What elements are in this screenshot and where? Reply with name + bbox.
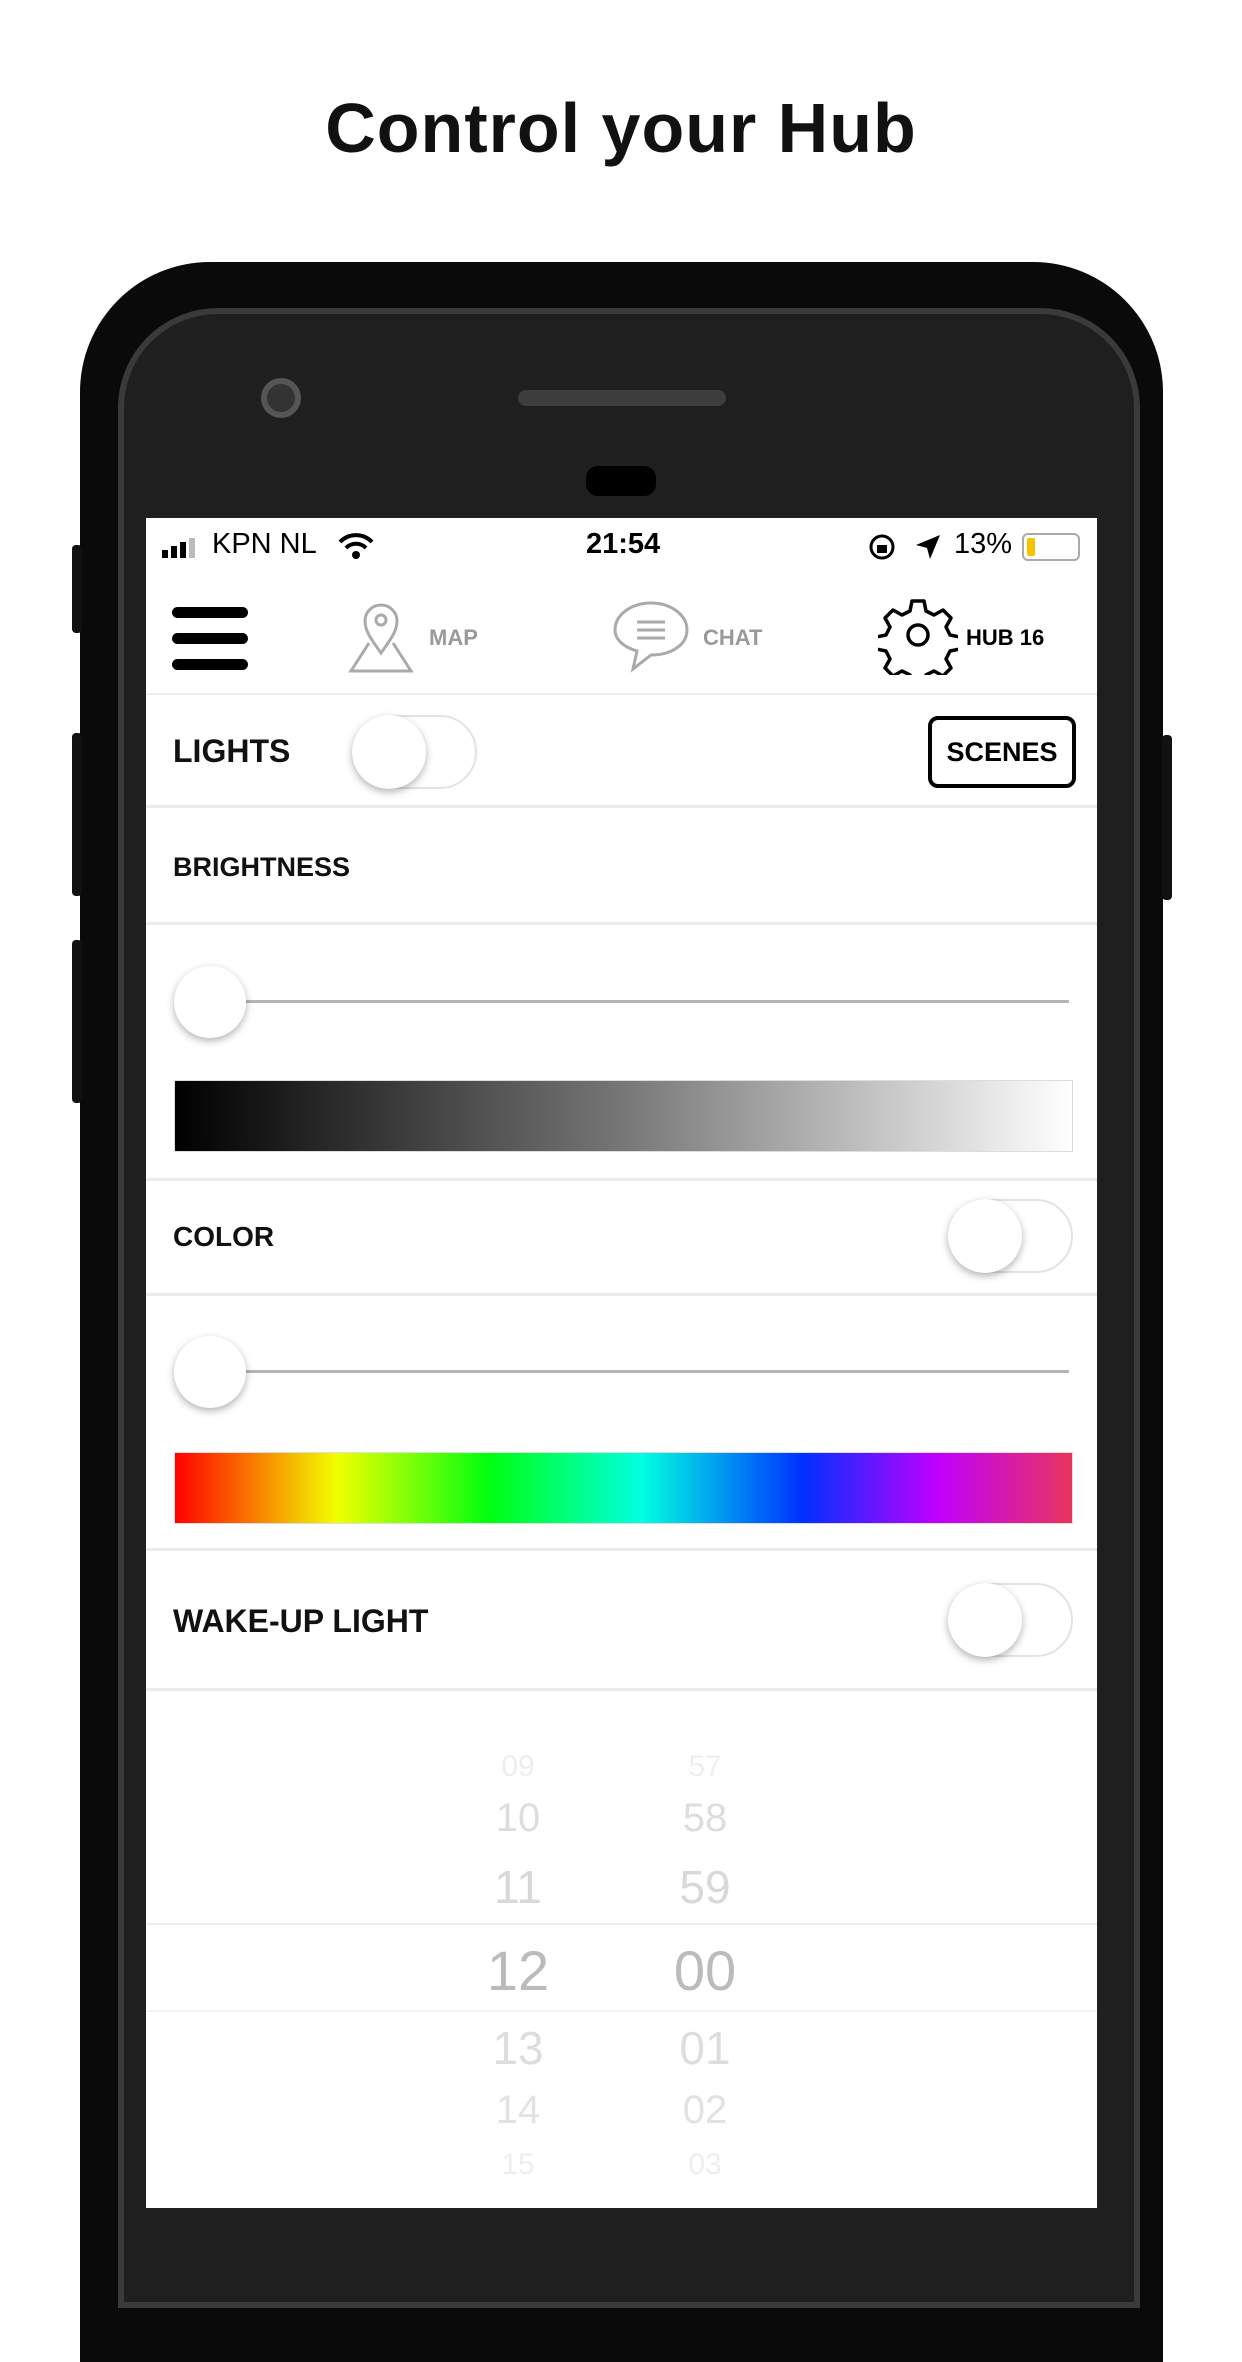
nav-hub[interactable]: HUB 16 <box>874 595 1078 687</box>
battery-percent: 13% <box>954 528 1013 560</box>
brightness-label: BRIGHTNESS <box>173 852 351 882</box>
picker-minute[interactable]: 02 <box>645 2088 765 2133</box>
speaker-grille <box>518 390 726 406</box>
sensor <box>586 466 656 496</box>
chat-bubble-icon <box>613 601 689 673</box>
picker-selection-bottom <box>146 2010 1097 2012</box>
menu-button[interactable] <box>172 607 248 671</box>
picker-hour[interactable]: 13 <box>458 2021 578 2075</box>
wakeup-label: WAKE-UP LIGHT <box>173 1603 429 1639</box>
brightness-header: BRIGHTNESS <box>146 808 1097 925</box>
color-toggle[interactable] <box>948 1199 1073 1273</box>
picker-hour[interactable]: 11 <box>458 1860 578 1914</box>
wakeup-row: WAKE-UP LIGHT <box>146 1551 1097 1691</box>
lights-toggle[interactable] <box>352 715 477 789</box>
picker-selection-top <box>146 1923 1097 1925</box>
wifi-icon <box>338 533 374 559</box>
battery-icon <box>1022 533 1080 561</box>
picker-minute[interactable]: 59 <box>645 1860 765 1914</box>
mute-switch <box>72 545 82 633</box>
nav-map[interactable]: MAP <box>341 595 501 675</box>
color-slider[interactable] <box>174 1332 1069 1412</box>
wakeup-toggle[interactable] <box>948 1583 1073 1657</box>
picker-hour[interactable]: 15 <box>458 2148 578 2182</box>
picker-minute[interactable]: 57 <box>645 1750 765 1784</box>
nav-map-label: MAP <box>429 625 478 650</box>
volume-down-button <box>72 940 82 1103</box>
lights-row: LIGHTS SCENES <box>146 695 1097 808</box>
color-gradient <box>174 1452 1073 1524</box>
picker-hour[interactable]: 09 <box>458 1750 578 1784</box>
app-screen: KPN NL 21:54 13% MAP CHAT HUB 16 LIGHTS … <box>146 518 1097 2208</box>
picker-minute[interactable]: 01 <box>645 2021 765 2075</box>
camera-icon <box>261 378 301 418</box>
brightness-slider-thumb[interactable] <box>174 966 246 1038</box>
power-button <box>1162 735 1172 900</box>
clock: 21:54 <box>586 528 661 560</box>
map-pin-icon <box>348 603 414 673</box>
volume-up-button <box>72 733 82 896</box>
picker-hour[interactable]: 10 <box>458 1796 578 1841</box>
color-slider-thumb[interactable] <box>174 1336 246 1408</box>
picker-minute-selected[interactable]: 00 <box>645 1938 765 2003</box>
carrier: KPN NL <box>212 528 317 560</box>
picker-minute[interactable]: 03 <box>645 2148 765 2182</box>
nav-chat[interactable]: CHAT <box>611 595 791 675</box>
nav-hub-label: HUB 16 <box>966 625 1045 650</box>
nav-chat-label: CHAT <box>703 625 763 650</box>
color-label: COLOR <box>173 1221 275 1252</box>
scenes-button[interactable]: SCENES <box>928 716 1076 788</box>
location-arrow-icon <box>916 535 940 559</box>
picker-hour-selected[interactable]: 12 <box>458 1938 578 2003</box>
picker-hour[interactable]: 14 <box>458 2088 578 2133</box>
rotation-lock-icon <box>869 534 895 560</box>
signal-icon <box>162 538 195 558</box>
color-row: COLOR <box>146 1181 1097 1296</box>
lights-label: LIGHTS <box>173 733 291 769</box>
picker-minute[interactable]: 58 <box>645 1796 765 1841</box>
status-bar: KPN NL 21:54 13% <box>146 518 1097 575</box>
brightness-gradient <box>174 1080 1073 1152</box>
headline: Control your Hub <box>325 89 917 167</box>
brightness-slider[interactable] <box>174 962 1069 1042</box>
top-nav: MAP CHAT HUB 16 <box>146 575 1097 695</box>
gear-icon <box>874 599 962 687</box>
